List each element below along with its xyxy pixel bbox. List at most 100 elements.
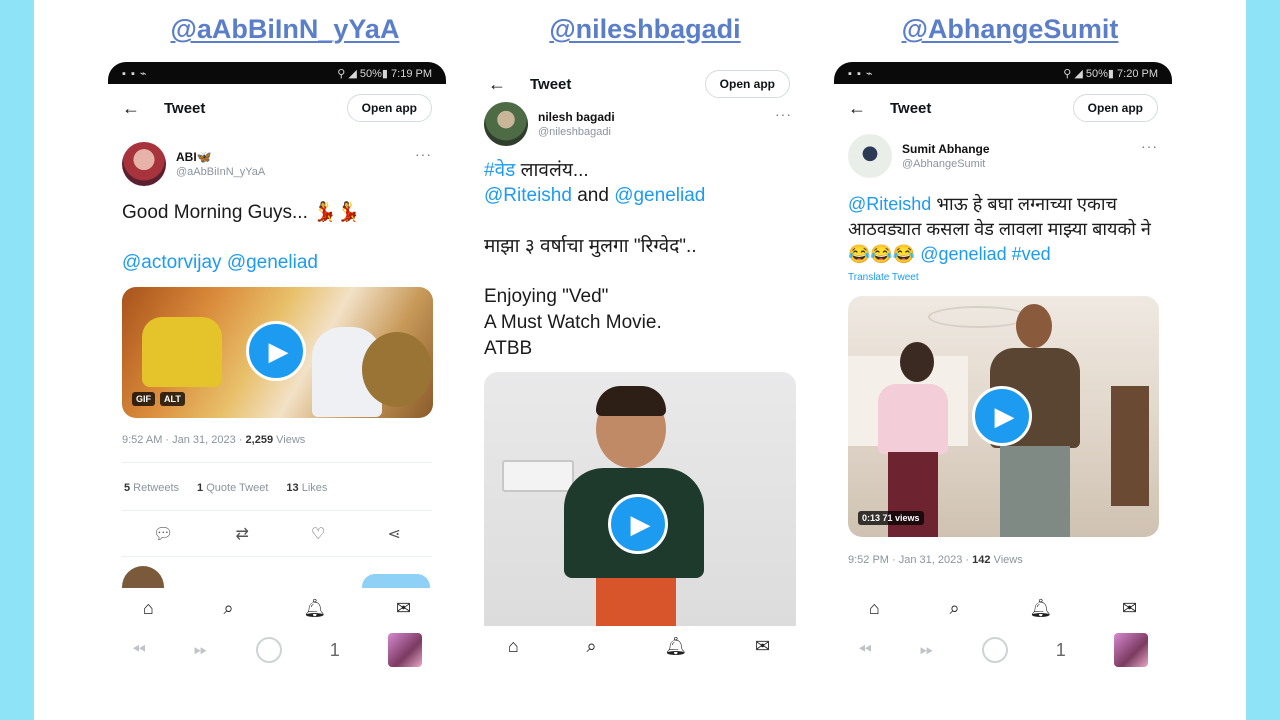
tweet-author[interactable]: ABI🦋 @aAbBiInN_yYaA bbox=[122, 142, 265, 186]
rewind-icon[interactable]: ⏪︎ bbox=[132, 640, 146, 660]
column-2-handle-title: @nileshbagadi bbox=[549, 14, 741, 44]
phone-screenshot-3: ▪ ▪ ⌁ ⚲ ◢ 50%▮ 7:20 PM ← Tweet Open app … bbox=[834, 62, 1172, 688]
tweet-topbar: ← Tweet Open app bbox=[474, 66, 804, 102]
hashtag-link[interactable]: #वेड bbox=[484, 160, 515, 181]
status-right: ⚲ ◢ 50%▮ 7:20 PM bbox=[1063, 67, 1158, 80]
tweet-line-3: Enjoying "Ved" A Must Watch Movie. ATBB bbox=[484, 286, 662, 359]
profile-thumbnail[interactable] bbox=[1113, 633, 1148, 667]
retweet-icon[interactable]: ⇄ bbox=[236, 524, 249, 544]
mention-link[interactable]: @Riteishd bbox=[484, 185, 572, 206]
author-handle: @nileshbagadi bbox=[538, 126, 611, 138]
bottom-navbar: ⌂ ⌕ 🔔︎ ✉ bbox=[474, 626, 804, 666]
likes-stat[interactable]: 13 Likes bbox=[286, 482, 327, 494]
media-man-head bbox=[1016, 304, 1052, 348]
media-child-shorts bbox=[596, 578, 676, 628]
status-bar: ▪ ▪ ⌁ ⚲ ◢ 50%▮ 7:19 PM bbox=[108, 62, 446, 84]
mention-link[interactable]: @geneliad bbox=[614, 185, 705, 206]
home-icon[interactable]: ⌂ bbox=[143, 598, 154, 619]
forward-icon[interactable]: ⏩︎ bbox=[194, 640, 208, 660]
forward-icon[interactable]: ⏩︎ bbox=[920, 640, 934, 660]
notifications-icon[interactable]: 🔔︎ bbox=[303, 598, 326, 619]
play-icon[interactable]: ▶ bbox=[246, 321, 306, 381]
tweet-actions: 💬︎ ⇄ ♡ ⋖ bbox=[122, 524, 432, 544]
divider bbox=[122, 556, 432, 557]
media-woman-top bbox=[878, 384, 948, 454]
author-handle: @aAbBiInN_yYaA bbox=[176, 166, 266, 178]
alt-badge[interactable]: ALT bbox=[160, 392, 185, 406]
author-name: ABI🦋 bbox=[176, 150, 212, 164]
tweet-mentions[interactable]: @actorvijay @geneliad bbox=[122, 250, 432, 276]
share-icon[interactable]: ⋖ bbox=[388, 524, 401, 544]
notification-icons: ▪ ▪ ⌁ bbox=[122, 67, 148, 80]
column-1-handle-title: @aAbBiInN_yYaA bbox=[170, 14, 400, 44]
quotes-stat[interactable]: 1 Quote Tweet bbox=[197, 482, 268, 494]
open-app-button[interactable]: Open app bbox=[1072, 94, 1158, 122]
home-icon[interactable]: ⌂ bbox=[508, 636, 519, 657]
messages-icon[interactable]: ✉ bbox=[755, 636, 770, 657]
column-3-handle-title: @AbhangeSumit bbox=[901, 14, 1119, 44]
play-icon[interactable]: ▶ bbox=[972, 386, 1032, 446]
media-wall-switch bbox=[502, 460, 574, 492]
back-arrow-icon[interactable]: ← bbox=[848, 98, 878, 119]
home-circle-icon[interactable] bbox=[981, 637, 1008, 663]
right-side-bar bbox=[1246, 0, 1280, 720]
translate-tweet-link[interactable]: Translate Tweet bbox=[848, 272, 919, 283]
search-icon[interactable]: ⌕ bbox=[224, 598, 234, 619]
more-options-icon[interactable]: ··· bbox=[415, 146, 432, 162]
open-app-button[interactable]: Open app bbox=[704, 70, 790, 98]
tab-count[interactable]: 1 bbox=[1056, 640, 1066, 661]
tweet-media-gif[interactable]: ▶ GIF ALT bbox=[122, 287, 433, 418]
author-handle: @AbhangeSumit bbox=[902, 158, 986, 170]
mention-link[interactable]: @Riteishd bbox=[848, 194, 931, 214]
more-options-icon[interactable]: ··· bbox=[775, 106, 792, 122]
left-side-bar bbox=[0, 0, 34, 720]
gif-badge: GIF bbox=[132, 392, 155, 406]
status-right: ⚲ ◢ 50%▮ 7:19 PM bbox=[337, 67, 432, 80]
bottom-navbar: ⌂ ⌕ 🔔︎ ✉ bbox=[834, 588, 1172, 628]
search-icon[interactable]: ⌕ bbox=[587, 636, 597, 657]
open-app-button[interactable]: Open app bbox=[346, 94, 432, 122]
author-avatar[interactable] bbox=[848, 134, 892, 178]
back-arrow-icon[interactable]: ← bbox=[122, 98, 152, 119]
mention-link[interactable]: @geneliad bbox=[920, 244, 1006, 264]
tweet-author[interactable]: nilesh bagadi @nileshbagadi bbox=[484, 102, 615, 146]
tweet-line-mentions: @Riteishd and @geneliad bbox=[484, 185, 706, 206]
search-icon[interactable]: ⌕ bbox=[950, 598, 960, 619]
tab-count[interactable]: 1 bbox=[330, 640, 340, 661]
reply-icon[interactable]: 💬︎ bbox=[153, 524, 173, 544]
like-icon[interactable]: ♡ bbox=[311, 524, 325, 544]
media-man-pants bbox=[1000, 446, 1070, 537]
more-options-icon[interactable]: ··· bbox=[1141, 138, 1158, 154]
tweet-text: Good Morning Guys... 💃💃 bbox=[122, 202, 361, 223]
media-woman-head bbox=[900, 342, 934, 382]
messages-icon[interactable]: ✉ bbox=[1122, 598, 1137, 619]
home-icon[interactable]: ⌂ bbox=[869, 598, 880, 619]
profile-thumbnail[interactable] bbox=[387, 633, 422, 667]
tweet-timestamp: 9:52 PM · Jan 31, 2023 · 142 Views bbox=[848, 554, 1023, 566]
tweet-timestamp: 9:52 AM · Jan 31, 2023 · 2,259 Views bbox=[122, 434, 306, 446]
notification-icons: ▪ ▪ ⌁ bbox=[848, 67, 874, 80]
author-avatar[interactable] bbox=[122, 142, 166, 186]
system-bar: ⏪︎ ⏩︎ 1 bbox=[834, 630, 1172, 670]
notifications-icon[interactable]: 🔔︎ bbox=[1029, 598, 1052, 619]
retweets-stat[interactable]: 5 Retweets bbox=[124, 482, 179, 494]
tweet-author[interactable]: Sumit Abhange @AbhangeSumit bbox=[848, 134, 990, 178]
media-figure-yellow-shirt bbox=[142, 317, 222, 387]
hashtag-link[interactable]: #ved bbox=[1007, 244, 1051, 264]
tweet-line-2: माझा ३ वर्षाचा मुलगा "रिग्वेद".. bbox=[484, 236, 697, 257]
topbar-title: Tweet bbox=[164, 99, 206, 117]
tweet-line-1: #वेड लावलंय... bbox=[484, 160, 589, 181]
play-icon[interactable]: ▶ bbox=[608, 494, 668, 554]
messages-icon[interactable]: ✉ bbox=[396, 598, 411, 619]
home-circle-icon[interactable] bbox=[255, 637, 282, 663]
rewind-icon[interactable]: ⏪︎ bbox=[858, 640, 872, 660]
notifications-icon[interactable]: 🔔︎ bbox=[664, 636, 687, 657]
media-haystack bbox=[362, 332, 432, 407]
topbar-title: Tweet bbox=[530, 75, 572, 93]
bottom-navbar: ⌂ ⌕ 🔔︎ ✉ bbox=[108, 588, 446, 628]
tweet-media-video[interactable]: ▶ bbox=[484, 372, 796, 628]
divider bbox=[122, 510, 432, 511]
author-avatar[interactable] bbox=[484, 102, 528, 146]
tweet-media-video[interactable]: ▶ 0:13 71 views bbox=[848, 296, 1159, 537]
back-arrow-icon[interactable]: ← bbox=[488, 74, 518, 95]
